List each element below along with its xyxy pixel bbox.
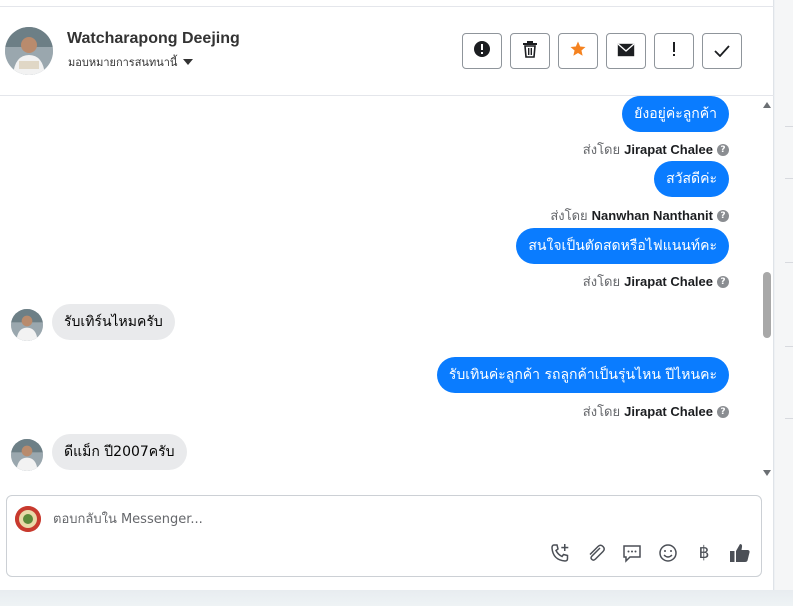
like-icon[interactable] [729,542,751,564]
sender-name: Jirapat Chalee [624,404,713,419]
help-icon[interactable]: ? [717,209,729,222]
sent-by-label: ส่งโดย Jirapat Chalee ? [583,401,729,422]
page-avatar [15,506,41,532]
trash-icon [522,40,538,62]
sent-by-label: ส่งโดย Jirapat Chalee ? [583,139,729,160]
spam-button[interactable] [462,33,502,69]
saved-replies-icon[interactable] [621,542,643,564]
help-icon[interactable]: ? [717,275,729,288]
attachment-icon[interactable] [585,542,607,564]
envelope-icon [617,42,635,61]
follow-up-button[interactable] [654,33,694,69]
sent-by-label: ส่งโดย Jirapat Chalee ? [583,271,729,292]
sender-name: Jirapat Chalee [624,274,713,289]
sender-name: Nanwhan Nanthanit [591,208,713,223]
contact-avatar-small[interactable] [11,439,43,471]
help-icon[interactable]: ? [717,143,729,156]
message-incoming[interactable]: รับเทิร์นไหมครับ [52,304,175,340]
conversation-toolbar [462,33,742,69]
right-side-panel-edge [775,0,793,606]
mark-done-button[interactable] [702,33,742,69]
sender-name: Jirapat Chalee [624,142,713,157]
scroll-up-arrow-icon[interactable] [763,102,771,108]
message-outgoing[interactable]: สวัสดีค่ะ [654,161,729,197]
composer-actions: ฿ [549,542,751,564]
conversation-header: Watcharapong Deejing มอบหมายการสนทนานี้ [0,7,774,96]
exclamation-circle-icon [473,40,491,62]
message-outgoing[interactable]: รับเทินค่ะลูกค้า รถลูกค้าเป็นรุ่นไหน ปีไ… [436,357,729,393]
message-thread: ยังอยู่ค่ะลูกค้า ส่งโดย Jirapat Chalee ?… [0,96,760,484]
chevron-down-icon [183,59,194,65]
baht-payment-icon[interactable]: ฿ [693,542,715,564]
emoji-icon[interactable] [657,542,679,564]
bottom-edge [0,590,793,606]
help-icon[interactable]: ? [717,405,729,418]
exclamation-icon [671,41,677,61]
message-incoming[interactable]: ดีแม็ก ปี2007ครับ [52,434,187,470]
delete-button[interactable] [510,33,550,69]
message-outgoing[interactable]: ยังอยู่ค่ะลูกค้า [622,96,729,132]
thread-scrollbar[interactable] [760,96,774,484]
contact-name: Watcharapong Deejing [67,30,240,47]
call-add-icon[interactable] [549,542,571,564]
baht-glyph: ฿ [698,542,710,563]
mark-unread-button[interactable] [606,33,646,69]
check-icon [714,42,730,61]
star-icon [569,40,587,62]
scrollbar-thumb[interactable] [763,272,771,338]
star-button[interactable] [558,33,598,69]
reply-input[interactable] [53,508,653,530]
sent-by-label: ส่งโดย Nanwhan Nanthanit ? [550,205,729,226]
scroll-down-arrow-icon[interactable] [763,470,771,476]
contact-avatar-small[interactable] [11,309,43,341]
message-outgoing[interactable]: สนใจเป็นตัดสดหรือไฟแนนท์คะ [516,228,729,264]
reply-composer: ฿ [6,495,762,577]
assign-conversation-dropdown[interactable]: มอบหมายการสนทนานี้ [68,53,194,71]
assign-label: มอบหมายการสนทนานี้ [68,56,178,69]
contact-avatar[interactable] [5,27,53,75]
